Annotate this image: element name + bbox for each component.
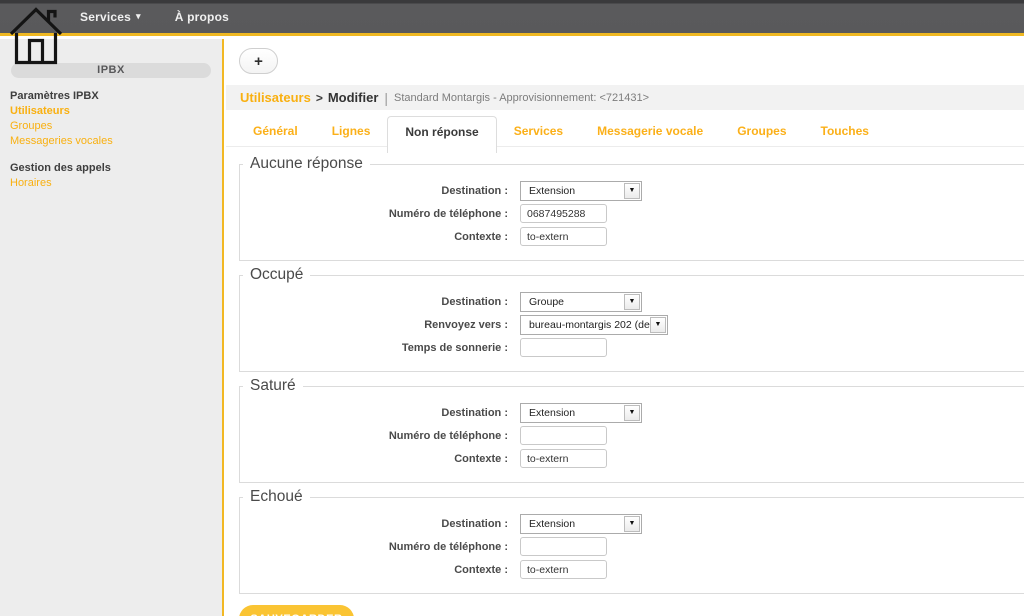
renvoyez-vers-select[interactable]: bureau-montargis 202 (default)▼	[520, 315, 668, 335]
breadcrumb-divider: |	[378, 90, 394, 106]
section-legend-sature: Saturé	[243, 377, 303, 395]
tab-groupes[interactable]: Groupes	[720, 116, 803, 147]
save-button[interactable]: SAUVEGARDER	[239, 605, 354, 616]
field-label-contexte: Contexte :	[240, 453, 508, 465]
sidebar-heading-gestion-des-appels: Gestion des appels	[0, 160, 222, 176]
breadcrumb: Utilisateurs > Modifier | Standard Monta…	[226, 85, 1024, 110]
contexte-input[interactable]	[520, 449, 607, 468]
section-legend-aucune-reponse: Aucune réponse	[243, 155, 370, 173]
tab-bar: GénéralLignesNon réponseServicesMessager…	[226, 116, 1024, 147]
home-logo-icon[interactable]	[7, 3, 65, 66]
select-value: bureau-montargis 202 (default)	[521, 319, 650, 331]
field-label-destination: Destination :	[240, 296, 508, 308]
section-legend-echoue: Echoué	[243, 488, 310, 506]
numero-de-telephone-input[interactable]	[520, 204, 607, 223]
select-value: Groupe	[521, 296, 624, 308]
form-sections: Aucune réponseDestination :Extension▼Num…	[226, 155, 1024, 594]
breadcrumb-separator: >	[311, 91, 328, 105]
destination-select[interactable]: Groupe▼	[520, 292, 642, 312]
chevron-down-icon[interactable]: ▼	[650, 317, 666, 333]
tab-touches[interactable]: Touches	[804, 116, 886, 147]
form-row: Destination : Extension▼	[240, 513, 1024, 534]
form-row: Numéro de téléphone :	[240, 203, 1024, 224]
tab-services[interactable]: Services	[497, 116, 580, 147]
section-sature: Saturé Destination : Extension▼ Numéro de t…	[239, 377, 1024, 483]
field-label-numero-de-telephone: Numéro de téléphone :	[240, 430, 508, 442]
main-content: + Utilisateurs > Modifier | Standard Mon…	[226, 39, 1024, 616]
navbar-menu: Services▾ À propos	[0, 0, 1024, 33]
tab-messagerie-vocale[interactable]: Messagerie vocale	[580, 116, 720, 147]
field-label-destination: Destination :	[240, 407, 508, 419]
section-aucune-reponse: Aucune réponse Destination : Extension▼ Num…	[239, 155, 1024, 261]
form-row: Contexte :	[240, 226, 1024, 247]
field-label-contexte: Contexte :	[240, 231, 508, 243]
section-echoue: Echoué Destination : Extension▼ Numéro de t…	[239, 488, 1024, 594]
select-value: Extension	[521, 407, 624, 419]
chevron-down-icon[interactable]: ▼	[624, 183, 640, 199]
sidebar-item-messageries-vocales[interactable]: Messageries vocales	[0, 134, 222, 149]
chevron-down-icon[interactable]: ▼	[624, 294, 640, 310]
top-navbar: Services▾ À propos	[0, 0, 1024, 36]
select-value: Extension	[521, 518, 624, 530]
form-row: Destination : Extension▼	[240, 180, 1024, 201]
form-row: Numéro de téléphone :	[240, 425, 1024, 446]
nav-item-services[interactable]: Services▾	[80, 10, 141, 24]
destination-select[interactable]: Extension▼	[520, 514, 642, 534]
form-row: Destination : Groupe▼	[240, 291, 1024, 312]
section-occupe: OccupéDestination :Groupe▼Renvoyez vers …	[239, 266, 1024, 372]
sidebar: IPBX Paramètres IPBXUtilisateursGroupesM…	[0, 39, 224, 616]
section-legend-occupe: Occupé	[243, 266, 310, 284]
caret-down-icon: ▾	[136, 11, 141, 22]
breadcrumb-page: Modifier	[328, 90, 379, 105]
temps-de-sonnerie-input[interactable]	[520, 338, 607, 357]
sidebar-item-horaires[interactable]: Horaires	[0, 176, 222, 191]
field-label-contexte: Contexte :	[240, 564, 508, 576]
sidebar-item-groupes[interactable]: Groupes	[0, 119, 222, 134]
tab-lignes[interactable]: Lignes	[315, 116, 388, 147]
form-row: Destination : Extension▼	[240, 402, 1024, 423]
form-row: Renvoyez vers : bureau-montargis 202 (def…	[240, 314, 1024, 335]
chevron-down-icon[interactable]: ▼	[624, 405, 640, 421]
form-row: Contexte :	[240, 448, 1024, 469]
add-button[interactable]: +	[239, 48, 278, 74]
contexte-input[interactable]	[520, 560, 607, 579]
tab-general[interactable]: Général	[236, 116, 315, 147]
form-row: Contexte :	[240, 559, 1024, 580]
destination-select[interactable]: Extension▼	[520, 181, 642, 201]
numero-de-telephone-input[interactable]	[520, 426, 607, 445]
tab-non-reponse[interactable]: Non réponse	[387, 116, 496, 153]
sidebar-item-utilisateurs[interactable]: Utilisateurs	[0, 104, 222, 119]
destination-select[interactable]: Extension▼	[520, 403, 642, 423]
breadcrumb-context: Standard Montargis - Approvisionnement: …	[394, 92, 649, 104]
sidebar-nav: Paramètres IPBXUtilisateursGroupesMessag…	[0, 88, 222, 191]
select-value: Extension	[521, 185, 624, 197]
form-row: Numéro de téléphone :	[240, 536, 1024, 557]
field-label-renvoyez-vers: Renvoyez vers :	[240, 319, 508, 331]
numero-de-telephone-input[interactable]	[520, 537, 607, 556]
sidebar-heading-parametres-ipbx: Paramètres IPBX	[0, 88, 222, 104]
field-label-numero-de-telephone: Numéro de téléphone :	[240, 208, 508, 220]
field-label-destination: Destination :	[240, 185, 508, 197]
form-row: Temps de sonnerie :	[240, 337, 1024, 358]
nav-item-a-propos[interactable]: À propos	[175, 10, 229, 24]
field-label-numero-de-telephone: Numéro de téléphone :	[240, 541, 508, 553]
field-label-temps-de-sonnerie: Temps de sonnerie :	[240, 342, 508, 354]
chevron-down-icon[interactable]: ▼	[624, 516, 640, 532]
contexte-input[interactable]	[520, 227, 607, 246]
breadcrumb-section-link[interactable]: Utilisateurs	[240, 90, 311, 105]
field-label-destination: Destination :	[240, 518, 508, 530]
